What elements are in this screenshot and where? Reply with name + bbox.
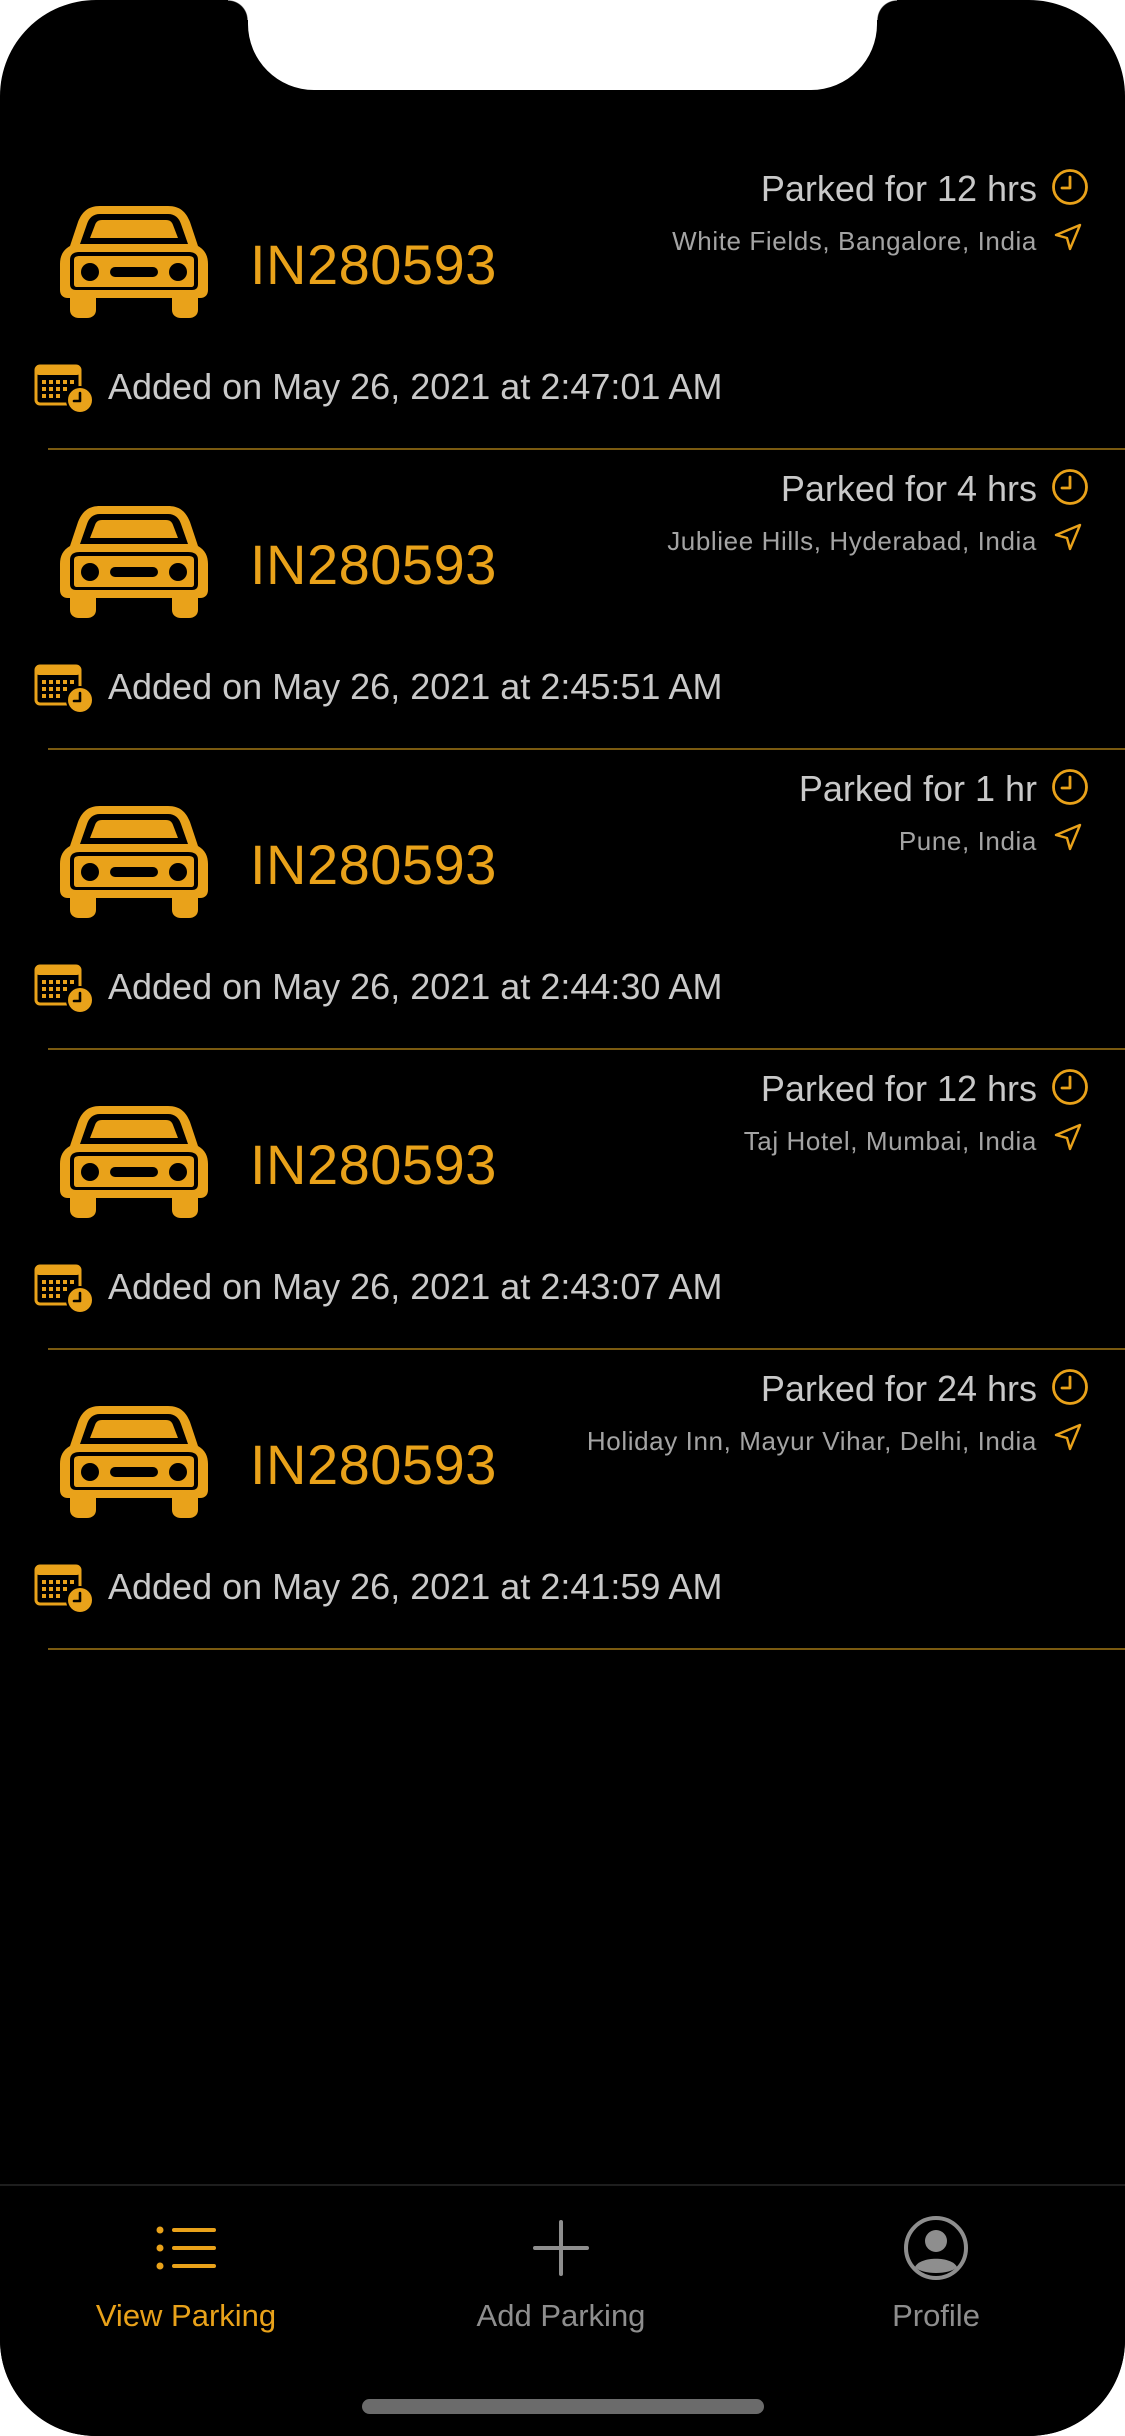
vehicle-plate: IN280593	[250, 533, 497, 596]
parking-location: Pune, India	[898, 826, 1037, 856]
car-icon	[60, 500, 208, 618]
row-divider	[48, 1648, 1125, 1650]
calendar-clock-icon	[34, 662, 96, 714]
parking-location: Jubliee Hills, Hyderabad, India	[667, 526, 1037, 556]
tab-bar: View Parking Add Parking Profile	[0, 2184, 1125, 2436]
list-icon	[156, 2226, 216, 2270]
person-circle-icon	[904, 2216, 968, 2280]
app-screen: IN280593 Parked for 12 hrs White Fields,…	[0, 0, 1125, 2436]
parking-location: White Fields, Bangalore, India	[672, 226, 1037, 256]
clock-icon	[1051, 468, 1089, 506]
tab-label: Profile	[892, 2298, 980, 2333]
parked-duration: Parked for 4 hrs	[780, 468, 1037, 509]
clock-icon	[1051, 768, 1089, 806]
vehicle-plate: IN280593	[250, 1133, 497, 1196]
plus-icon	[533, 2220, 589, 2276]
parked-duration: Parked for 24 hrs	[760, 1368, 1037, 1409]
vehicle-plate: IN280593	[250, 1433, 497, 1496]
clock-icon	[1051, 1068, 1089, 1106]
location-arrow-icon[interactable]	[1053, 822, 1083, 852]
tab-label: View Parking	[95, 2298, 277, 2333]
tab-label: Add Parking	[476, 2298, 646, 2333]
parking-card[interactable]: IN280593 Parked for 24 hrs Holiday Inn, …	[0, 1350, 1125, 1650]
vehicle-plate: IN280593	[250, 833, 497, 896]
parked-duration: Parked for 12 hrs	[760, 1068, 1037, 1109]
location-arrow-icon[interactable]	[1053, 1122, 1083, 1152]
calendar-clock-icon	[34, 962, 96, 1014]
parked-duration: Parked for 12 hrs	[760, 168, 1037, 209]
calendar-clock-icon	[34, 1262, 96, 1314]
parking-card[interactable]: IN280593 Parked for 1 hr Pune, India Add…	[0, 750, 1125, 1050]
parking-card[interactable]: IN280593 Parked for 4 hrs Jubliee Hills,…	[0, 450, 1125, 750]
car-icon	[60, 1100, 208, 1218]
vehicle-plate: IN280593	[250, 233, 497, 296]
calendar-clock-icon	[34, 1562, 96, 1614]
parked-duration: Parked for 1 hr	[798, 768, 1037, 809]
added-timestamp: Added on May 26, 2021 at 2:43:07 AM	[108, 1266, 723, 1307]
parking-card[interactable]: IN280593 Parked for 12 hrs Taj Hotel, Mu…	[0, 1050, 1125, 1350]
calendar-clock-icon	[34, 362, 96, 414]
location-arrow-icon[interactable]	[1053, 222, 1083, 252]
tab-profile[interactable]: Profile	[786, 2212, 1086, 2362]
tab-view-parking[interactable]: View Parking	[36, 2212, 336, 2362]
parking-location: Holiday Inn, Mayur Vihar, Delhi, India	[586, 1426, 1037, 1456]
parking-card[interactable]: IN280593 Parked for 12 hrs White Fields,…	[0, 150, 1125, 450]
added-timestamp: Added on May 26, 2021 at 2:45:51 AM	[108, 666, 723, 707]
tab-add-parking[interactable]: Add Parking	[411, 2212, 711, 2362]
car-icon	[60, 800, 208, 918]
clock-icon	[1051, 1368, 1089, 1406]
added-timestamp: Added on May 26, 2021 at 2:41:59 AM	[108, 1566, 723, 1607]
clock-icon	[1051, 168, 1089, 206]
parking-location: Taj Hotel, Mumbai, India	[743, 1126, 1037, 1156]
car-icon	[60, 1400, 208, 1518]
location-arrow-icon[interactable]	[1053, 522, 1083, 552]
added-timestamp: Added on May 26, 2021 at 2:47:01 AM	[108, 366, 723, 407]
device-notch	[228, 0, 897, 90]
car-icon	[60, 200, 208, 318]
parking-list: IN280593 Parked for 12 hrs White Fields,…	[0, 150, 1125, 1650]
location-arrow-icon[interactable]	[1053, 1422, 1083, 1452]
home-indicator[interactable]	[362, 2399, 764, 2414]
added-timestamp: Added on May 26, 2021 at 2:44:30 AM	[108, 966, 723, 1007]
